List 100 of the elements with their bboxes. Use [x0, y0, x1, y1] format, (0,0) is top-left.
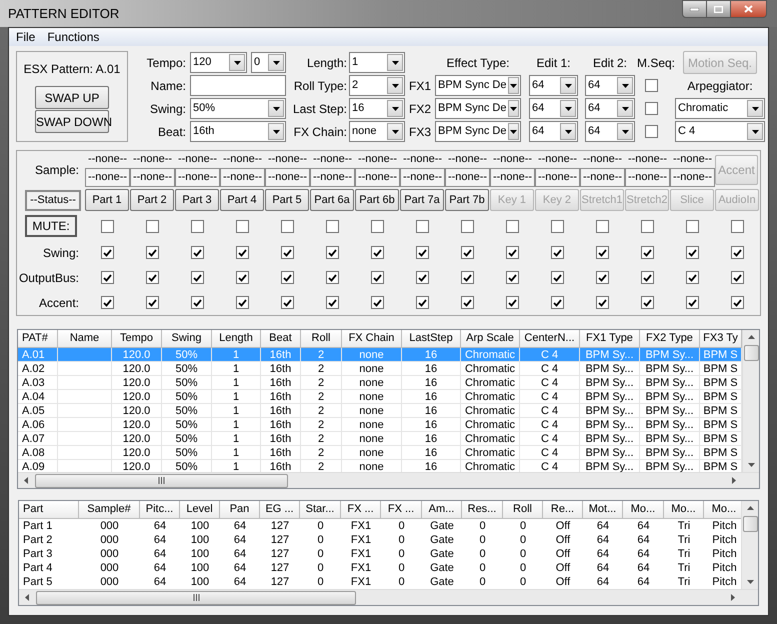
combo-box[interactable]: 50%: [190, 98, 286, 119]
table-row[interactable]: A.08 120.0 50% 1 16th 2 none 16 Chromatic C 4 BPM Sy... BPM Sy... BPM S: [18, 446, 742, 460]
close-button[interactable]: [731, 0, 767, 18]
checkbox[interactable]: [191, 296, 204, 309]
combo-box[interactable]: 64: [585, 75, 635, 96]
checkbox[interactable]: [326, 296, 339, 309]
part-button[interactable]: Part 4: [220, 189, 264, 211]
combo-box[interactable]: 64: [529, 98, 578, 119]
checkbox[interactable]: [236, 271, 249, 284]
column-header[interactable]: Roll: [301, 330, 342, 348]
combo-box[interactable]: BPM Sync De: [435, 98, 521, 119]
mute-button[interactable]: MUTE:: [25, 215, 77, 237]
column-header[interactable]: Tempo: [112, 330, 162, 348]
checkbox[interactable]: [416, 271, 429, 284]
checkbox[interactable]: [191, 271, 204, 284]
column-header[interactable]: EG ...: [260, 501, 300, 519]
minimize-button[interactable]: [682, 0, 707, 18]
column-header[interactable]: Res...: [462, 501, 503, 519]
checkbox[interactable]: [146, 220, 159, 232]
sample-field[interactable]: --none--: [85, 168, 130, 187]
checkbox[interactable]: [645, 79, 658, 92]
column-header[interactable]: Pan: [220, 501, 260, 519]
combo-box[interactable]: 64: [585, 121, 635, 142]
combo-box[interactable]: C 4: [675, 121, 765, 142]
combo-box[interactable]: 64: [585, 98, 635, 119]
table-row[interactable]: A.04 120.0 50% 1 16th 2 none 16 Chromatic C 4 BPM Sy... BPM Sy... BPM S: [18, 390, 742, 404]
scrollbar-thumb[interactable]: [35, 474, 288, 488]
checkbox[interactable]: [281, 271, 294, 284]
sample-field[interactable]: --none--: [175, 168, 220, 187]
scrollbar-thumb[interactable]: [744, 345, 758, 361]
checkbox[interactable]: [326, 220, 339, 232]
combo-box[interactable]: BPM Sync De: [435, 121, 521, 142]
column-header[interactable]: FX ...: [341, 501, 381, 519]
column-header[interactable]: FX Chain: [342, 330, 402, 348]
checkbox[interactable]: [191, 246, 204, 259]
column-header[interactable]: Star...: [300, 501, 341, 519]
text-field[interactable]: [190, 75, 286, 96]
checkbox[interactable]: [101, 220, 114, 232]
column-header[interactable]: Swing: [162, 330, 212, 348]
table-row[interactable]: A.05 120.0 50% 1 16th 2 none 16 Chromatic C 4 BPM Sy... BPM Sy... BPM S: [18, 404, 742, 418]
column-header[interactable]: FX ...: [381, 501, 422, 519]
part-button[interactable]: Part 5: [265, 189, 309, 211]
scrollbar-thumb[interactable]: [36, 590, 356, 604]
sample-field[interactable]: --none--: [445, 168, 490, 187]
combo-box[interactable]: 16: [349, 98, 405, 119]
checkbox[interactable]: [461, 220, 474, 232]
sample-field[interactable]: --none--: [265, 168, 310, 187]
column-header[interactable]: Mo...: [704, 501, 741, 519]
sample-field[interactable]: --none--: [130, 168, 175, 187]
scrollbar-thumb[interactable]: [742, 516, 758, 532]
column-header[interactable]: Pitc...: [140, 501, 180, 519]
checkbox[interactable]: [416, 246, 429, 259]
combo-box[interactable]: 1: [349, 52, 405, 73]
sample-field[interactable]: --none--: [400, 168, 445, 187]
checkbox[interactable]: [416, 220, 429, 232]
part-button[interactable]: Part 3: [175, 189, 219, 211]
sample-field[interactable]: --none--: [220, 168, 265, 187]
column-header[interactable]: Mot...: [583, 501, 623, 519]
checkbox[interactable]: [371, 271, 384, 284]
checkbox[interactable]: [461, 271, 474, 284]
part-button[interactable]: Part 7b: [445, 189, 489, 211]
status-button[interactable]: --Status--: [25, 190, 81, 210]
menu-item[interactable]: File: [13, 28, 38, 46]
checkbox[interactable]: [416, 296, 429, 309]
table-row[interactable]: A.07 120.0 50% 1 16th 2 none 16 Chromatic C 4 BPM Sy... BPM Sy... BPM S: [18, 432, 742, 446]
column-header[interactable]: Length: [212, 330, 261, 348]
column-header[interactable]: FX3 Ty: [700, 330, 742, 348]
column-header[interactable]: LastStep: [402, 330, 461, 348]
column-header[interactable]: FX2 Type: [640, 330, 700, 348]
checkbox[interactable]: [461, 296, 474, 309]
combo-box[interactable]: 16th: [190, 121, 286, 142]
column-header[interactable]: Roll: [503, 501, 543, 519]
combo-box[interactable]: none: [349, 121, 405, 142]
combo-box[interactable]: BPM Sync De: [435, 75, 521, 96]
combo-box[interactable]: 0: [251, 52, 286, 73]
checkbox[interactable]: [146, 271, 159, 284]
part-button[interactable]: Part 1: [85, 189, 129, 211]
checkbox[interactable]: [326, 271, 339, 284]
column-header[interactable]: Mo...: [664, 501, 704, 519]
maximize-button[interactable]: [707, 0, 731, 18]
part-button[interactable]: Part 6a: [310, 189, 354, 211]
checkbox[interactable]: [281, 296, 294, 309]
column-header[interactable]: Beat: [261, 330, 301, 348]
part-button[interactable]: Part 7a: [400, 189, 444, 211]
column-header[interactable]: Re...: [543, 501, 583, 519]
column-header[interactable]: FX1 Type: [580, 330, 640, 348]
vertical-scrollbar[interactable]: [742, 330, 759, 472]
combo-box[interactable]: 64: [529, 121, 578, 142]
swap-button[interactable]: SWAP DOWN: [35, 110, 109, 133]
checkbox[interactable]: [101, 246, 114, 259]
checkbox[interactable]: [326, 246, 339, 259]
column-header[interactable]: Mo...: [623, 501, 664, 519]
checkbox[interactable]: [645, 125, 658, 138]
column-header[interactable]: Name: [58, 330, 112, 348]
column-header[interactable]: Level: [180, 501, 220, 519]
combo-box[interactable]: 120: [190, 52, 247, 73]
checkbox[interactable]: [645, 102, 658, 115]
table-row[interactable]: A.02 120.0 50% 1 16th 2 none 16 Chromatic C 4 BPM Sy... BPM Sy... BPM S: [18, 362, 742, 376]
column-header[interactable]: Sample#: [79, 501, 140, 519]
table-row[interactable]: A.06 120.0 50% 1 16th 2 none 16 Chromatic C 4 BPM Sy... BPM Sy... BPM S: [18, 418, 742, 432]
